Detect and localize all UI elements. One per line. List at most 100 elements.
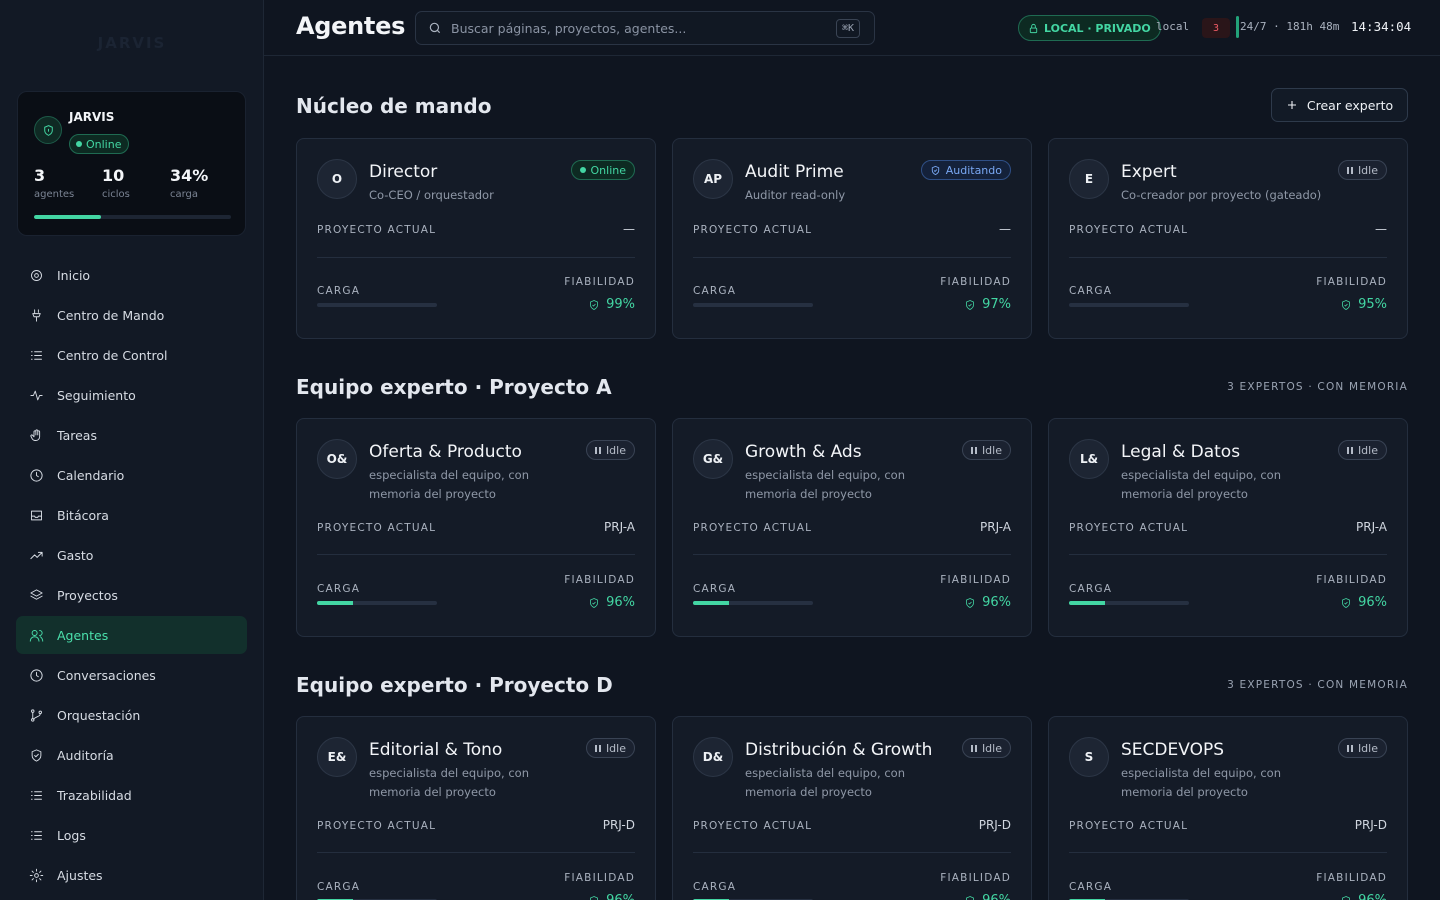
agent-description: especialista del equipo, con memoria del… [369, 766, 529, 799]
pause-icon [594, 446, 601, 454]
section-meta-project-a: 3 EXPERTOS · CON MEMORIA [1227, 381, 1408, 393]
agent-name: Director [369, 162, 438, 182]
section-title-project-d: Equipo experto · Proyecto D [296, 673, 613, 697]
agent-avatar: E& [317, 737, 357, 777]
load-bar-fill [317, 601, 353, 605]
agent-description: Co-CEO / orquestador [369, 188, 494, 202]
agent-card-secdevops[interactable]: S SECDEVOPS especialista del equipo, con m… [1048, 716, 1408, 900]
shield-check-icon [1342, 895, 1350, 900]
sidebar-item-label: Agentes [57, 627, 109, 643]
alert-count-badge[interactable]: 3 [1202, 18, 1230, 38]
shield-check-icon [590, 299, 598, 310]
card-divider [317, 257, 635, 258]
load-bar-fill [1069, 601, 1105, 605]
section-title-project-a: Equipo experto · Proyecto A [296, 375, 612, 399]
agent-name: Oferta & Producto [369, 442, 522, 462]
load-bar [1069, 303, 1189, 307]
sidebar-item-calendario[interactable]: Calendario [16, 456, 247, 494]
search-icon [429, 22, 441, 34]
sidebar-item-inicio[interactable]: Inicio [16, 256, 247, 294]
project-value: PRJ-D [602, 818, 635, 832]
clock-icon [28, 667, 44, 683]
load-label: CARGA [317, 881, 361, 893]
clock-icon [28, 467, 44, 483]
sidebar-item-label: Logs [57, 827, 86, 843]
sidebar-item-auditoria[interactable]: Auditoría [16, 736, 247, 774]
shield-check-icon [966, 895, 974, 900]
sidebar-item-trazabilidad[interactable]: Trazabilidad [16, 776, 247, 814]
agent-name: Expert [1121, 162, 1177, 182]
sidebar-item-label: Seguimiento [57, 387, 136, 403]
stat-load: 34% carga [170, 166, 209, 200]
sidebar-item-gasto[interactable]: Gasto [16, 536, 247, 574]
online-dot-icon [76, 141, 82, 147]
stat-agents: 3 agentes [34, 166, 75, 200]
sidebar-item-tareas[interactable]: Tareas [16, 416, 247, 454]
sidebar-item-centro-de-control[interactable]: Centro de Control [16, 336, 247, 374]
sidebar-item-seguimiento[interactable]: Seguimiento [16, 376, 247, 414]
agent-card-distribucion-and-growth[interactable]: D& Distribución & Growth especialista del … [672, 716, 1032, 900]
system-status-card: JARVIS Online 3 agentes 10 ciclos 34% ca… [17, 91, 246, 236]
card-divider [317, 554, 635, 555]
agent-card-growth-and-ads[interactable]: G& Growth & Ads especialista del equipo, c… [672, 418, 1032, 637]
reliability-value: 96% [588, 893, 635, 900]
load-label: CARGA [1069, 285, 1113, 297]
reliability-label: FIABILIDAD [1316, 872, 1387, 884]
project-label: PROYECTO ACTUAL [317, 522, 437, 534]
reliability-label: FIABILIDAD [1316, 276, 1387, 288]
reliability-label: FIABILIDAD [940, 872, 1011, 884]
agent-card-audit-prime[interactable]: AP Audit Prime Auditor read-only Auditando P… [672, 138, 1032, 339]
card-divider [693, 852, 1011, 853]
load-bar [693, 303, 813, 307]
system-name: JARVIS [69, 110, 115, 124]
project-value: PRJ-A [1356, 520, 1387, 534]
agent-avatar: AP [693, 159, 733, 199]
agent-status-badge: Idle [585, 440, 635, 460]
sidebar-item-label: Centro de Mando [57, 307, 165, 323]
load-label: CARGA [693, 583, 737, 595]
sidebar-item-agentes[interactable]: Agentes [16, 616, 247, 654]
sidebar-item-proyectos[interactable]: Proyectos [16, 576, 247, 614]
card-divider [693, 257, 1011, 258]
agent-name: SECDEVOPS [1121, 740, 1224, 760]
load-label: CARGA [1069, 881, 1113, 893]
git-branch-icon [28, 707, 44, 723]
search-input[interactable] [451, 20, 811, 36]
shield-check-icon [966, 597, 974, 608]
load-label: CARGA [693, 881, 737, 893]
sidebar-item-label: Conversaciones [57, 667, 156, 683]
reliability-label: FIABILIDAD [564, 872, 635, 884]
pause-icon [970, 446, 977, 454]
agent-card-oferta-and-producto[interactable]: O& Oferta & Producto especialista del equi… [296, 418, 656, 637]
list-icon [28, 347, 44, 363]
agent-card-expert[interactable]: E Expert Co-creador por proyecto (gateado)… [1048, 138, 1408, 339]
card-divider [1069, 554, 1387, 555]
project-label: PROYECTO ACTUAL [693, 820, 813, 832]
sidebar-item-orquestacion[interactable]: Orquestación [16, 696, 247, 734]
agent-status-badge: Idle [1337, 440, 1387, 460]
sidebar-item-ajustes[interactable]: Ajustes [16, 856, 247, 894]
agent-card-editorial-and-tono[interactable]: E& Editorial & Tono especialista del equip… [296, 716, 656, 900]
sidebar-item-label: Proyectos [57, 587, 118, 603]
sidebar-item-conversaciones[interactable]: Conversaciones [16, 656, 247, 694]
agent-card-director[interactable]: O Director Co-CEO / orquestador Online PROYE… [296, 138, 656, 339]
plus-icon [1287, 101, 1296, 109]
pause-icon [1346, 744, 1353, 752]
agent-card-legal-and-datos[interactable]: L& Legal & Datos especialista del equipo, … [1048, 418, 1408, 637]
project-value: PRJ-A [980, 520, 1011, 534]
agent-avatar: D& [693, 737, 733, 777]
load-bar [317, 601, 437, 605]
sidebar-item-centro-de-mando[interactable]: Centro de Mando [16, 296, 247, 334]
shield-check-icon [590, 895, 598, 900]
sidebar-item-logs[interactable]: Logs [16, 816, 247, 854]
system-load-bar [34, 215, 231, 219]
sidebar-item-bitacora[interactable]: Bitácora [16, 496, 247, 534]
search-box[interactable]: ⌘K [415, 11, 875, 45]
project-label: PROYECTO ACTUAL [693, 224, 813, 236]
activity-icon [28, 387, 44, 403]
agent-status-badge: Idle [1337, 738, 1387, 758]
home-icon [28, 267, 44, 283]
create-expert-button[interactable]: Crear experto [1271, 88, 1408, 122]
uptime-indicator [1236, 16, 1239, 38]
pause-icon [1346, 166, 1353, 174]
